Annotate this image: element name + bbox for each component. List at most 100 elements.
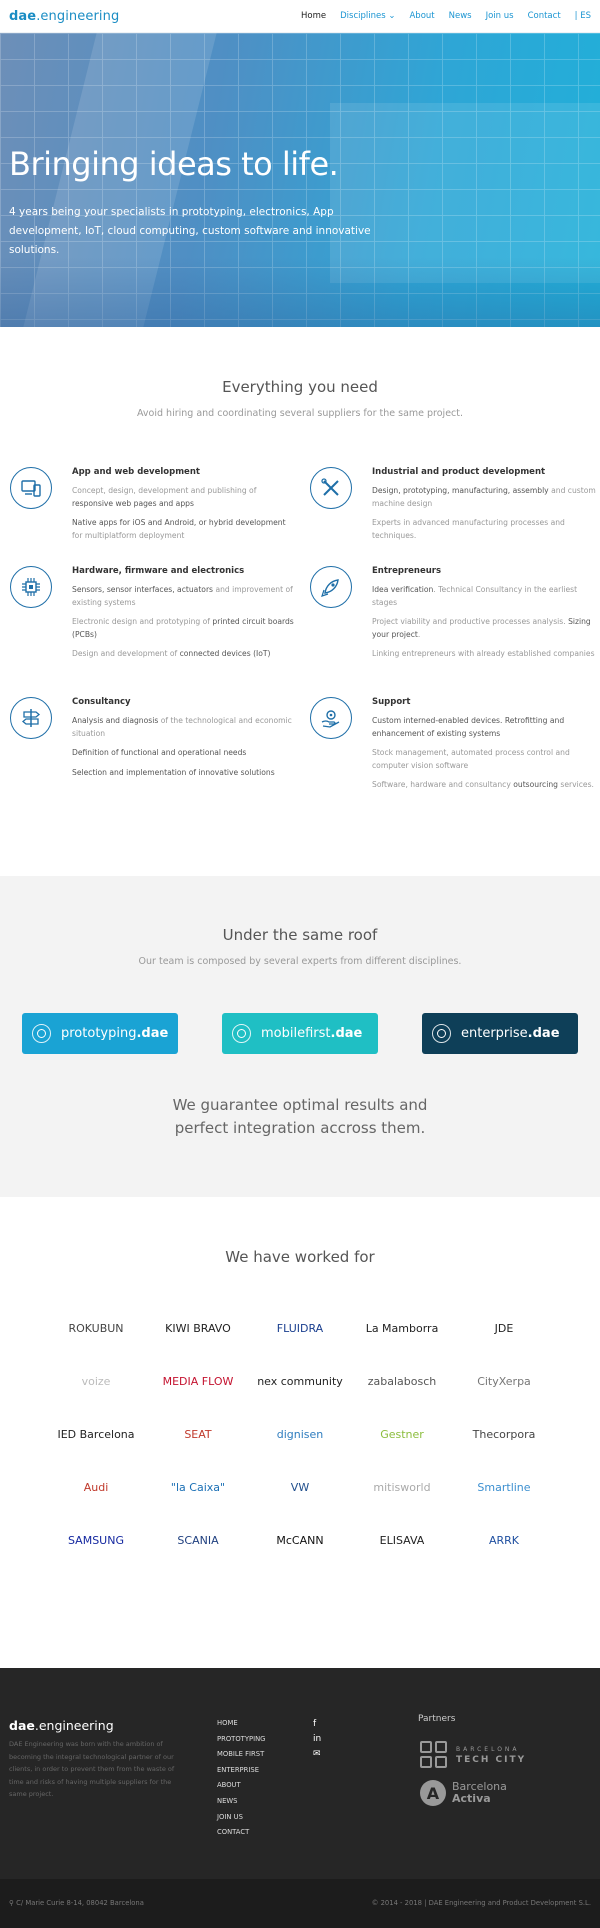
service-item: Idea verification. Technical Consultancy… <box>372 584 597 609</box>
service-item: Native apps for iOS and Android, or hybr… <box>72 517 297 542</box>
footer-address: ⚲ C/ Marie Curie 8-14, 08042 Barcelona <box>9 1899 144 1907</box>
services-subtitle: Avoid hiring and coordinating several su… <box>136 408 464 419</box>
service-item: Analysis and diagnosis of the technologi… <box>72 715 297 740</box>
support-gear-icon <box>310 697 352 739</box>
button-label-bold: .dae <box>330 1026 363 1041</box>
footer-nav: HOME PROTOTYPING MOBILE FIRST ENTERPRISE ABO… <box>217 1719 265 1844</box>
client-logo-samsung: SAMSUNG <box>68 1534 124 1547</box>
enterprise-dae-button[interactable]: enterprise .dae <box>422 1013 578 1054</box>
footer-nav-enterprise[interactable]: ENTERPRISE <box>217 1766 265 1782</box>
partner-barcelona-tech-city[interactable]: BARCELONA TECH CITY <box>420 1741 526 1768</box>
footer-nav-prototyping[interactable]: PROTOTYPING <box>217 1735 265 1751</box>
footer-nav-join-us[interactable]: JOIN US <box>217 1813 265 1829</box>
service-item: Sensors, sensor interfaces, actuators an… <box>72 584 297 609</box>
service-item-highlight: Definition of functional and operational… <box>72 748 247 757</box>
footer-nav-mobile-first[interactable]: MOBILE FIRST <box>217 1750 265 1766</box>
client-logo-dignisen: dignisen <box>276 1428 324 1441</box>
linkedin-icon[interactable]: in <box>313 1734 321 1749</box>
client-logo-grid: ROKUBUN KIWI BRAVO FLUIDRA La Mamborra JDE vo… <box>45 1302 555 1567</box>
nav-item-disciplines[interactable]: Disciplines ⌄ <box>333 11 402 21</box>
partner-barcelona-activa[interactable]: A Barcelona Activa <box>420 1780 507 1806</box>
service-title: Hardware, firmware and electronics <box>72 566 245 576</box>
services-section: Everything you need Avoid hiring and coo… <box>0 327 600 876</box>
footer-brand[interactable]: dae.engineering <box>9 1718 114 1733</box>
guarantee-text: We guarantee optimal results and perfect… <box>0 1094 600 1140</box>
client-logo-kiwi-bravo: KIWI BRAVO <box>165 1322 231 1335</box>
language-switch[interactable]: | ES <box>568 11 591 21</box>
page: dae.engineering Home Disciplines ⌄ About Ne… <box>0 0 600 1928</box>
client-logo-mitisworld: mitisworld <box>373 1481 431 1494</box>
service-item-text: services. <box>557 780 594 789</box>
service-item-highlight: Idea verification <box>372 585 434 594</box>
nav-item-contact[interactable]: Contact <box>521 11 568 21</box>
prototyping-icon <box>32 1024 51 1043</box>
client-logo-mccann: McCANN <box>276 1534 324 1547</box>
client-logo-arrk: ARRK <box>488 1534 520 1547</box>
service-item-text: Project viability and productive process… <box>372 617 569 626</box>
chip-icon <box>10 566 52 608</box>
mail-icon[interactable]: ✉ <box>313 1749 321 1764</box>
devices-icon <box>10 467 52 509</box>
client-logo-cityxerpa: CityXerpa <box>477 1375 531 1388</box>
nav-item-news[interactable]: News <box>442 11 479 21</box>
brand-logo[interactable]: dae.engineering <box>9 9 119 24</box>
disciplines-subtitle: Our team is composed by several experts … <box>138 956 462 967</box>
prototyping-dae-button[interactable]: prototyping .dae <box>22 1013 178 1054</box>
button-label-light: prototyping <box>61 1026 137 1041</box>
service-item: Design and development of connected devi… <box>72 648 297 661</box>
service-item-text: Design and development of <box>72 649 180 658</box>
service-item: Definition of functional and operational… <box>72 747 297 760</box>
footer-description: DAE Engineering was born with the ambiti… <box>9 1740 175 1798</box>
service-item: Stock management, automated process cont… <box>372 747 597 772</box>
service-item: Electronic design and prototyping of pri… <box>72 616 297 641</box>
hero-shade <box>0 257 600 327</box>
nav-item-join-us[interactable]: Join us <box>479 11 521 21</box>
footer-nav-contact[interactable]: CONTACT <box>217 1828 265 1844</box>
footer-social: f in ✉ <box>313 1719 321 1764</box>
enterprise-icon <box>432 1024 451 1043</box>
service-item-text: Linking entrepreneurs with already estab… <box>372 649 595 658</box>
service-item-highlight: Analysis and diagnosis <box>72 716 159 725</box>
button-label-bold: .dae <box>136 1026 169 1041</box>
client-logo-elisava: ELISAVA <box>379 1534 425 1547</box>
client-logo-seat: SEAT <box>184 1428 212 1441</box>
client-logo-scania: SCANIA <box>177 1534 219 1547</box>
service-item: Custom interned-enabled devices. Retrofi… <box>372 715 597 740</box>
client-logo-vw: VW <box>290 1481 310 1494</box>
service-item-text: . <box>417 629 421 639</box>
client-logo-nex-community: nex community <box>257 1375 343 1388</box>
brand-rest: .engineering <box>36 8 120 24</box>
client-logo-voize: voize <box>81 1375 111 1388</box>
service-item-text: for multiplatform deployment <box>72 530 185 540</box>
footer-nav-news[interactable]: NEWS <box>217 1797 265 1813</box>
facebook-icon[interactable]: f <box>313 1719 321 1734</box>
partners-title: Partners <box>418 1714 456 1724</box>
service-title: Entrepreneurs <box>372 566 442 576</box>
main-nav: Home Disciplines ⌄ About News Join us Contact… <box>294 11 591 21</box>
client-logo-ied-barcelona: IED Barcelona <box>57 1428 135 1441</box>
mobilefirst-dae-button[interactable]: mobilefirst .dae <box>222 1013 378 1054</box>
service-item-highlight: connected devices (IoT) <box>179 649 271 658</box>
service-item: Project viability and productive process… <box>372 616 597 641</box>
nav-item-home[interactable]: Home <box>294 11 333 21</box>
service-item-text: Experts in advanced manufacturing proces… <box>372 518 565 540</box>
tech-city-bottom: TECH CITY <box>456 1754 527 1765</box>
client-logo-la-mamborra: La Mamborra <box>365 1322 439 1335</box>
nav-item-about[interactable]: About <box>402 11 441 21</box>
service-item: Experts in advanced manufacturing proces… <box>372 517 597 542</box>
footer-nav-about[interactable]: ABOUT <box>217 1781 265 1797</box>
footer-nav-home[interactable]: HOME <box>217 1719 265 1735</box>
service-item-highlight: Custom interned-enabled devices. Retrofi… <box>372 716 565 738</box>
rocket-icon <box>310 566 352 608</box>
service-item-highlight: outsourcing <box>513 780 558 789</box>
hero-title: Bringing ideas to life. <box>9 145 339 183</box>
service-item: Design, prototyping, manufacturing, asse… <box>372 485 597 510</box>
service-item-text: Electronic design and prototyping of <box>72 617 213 626</box>
service-title: Consultancy <box>72 697 131 707</box>
disciplines-section: Under the same roof Our team is composed… <box>0 876 600 1197</box>
client-logo-fluidra: FLUIDRA <box>276 1322 324 1335</box>
hero-text: 4 years being your specialists in protot… <box>9 206 371 256</box>
service-title: App and web development <box>72 467 200 477</box>
service-item-highlight: Design, prototyping, manufacturing, asse… <box>372 486 549 495</box>
client-logo-audi: Audi <box>83 1481 109 1494</box>
